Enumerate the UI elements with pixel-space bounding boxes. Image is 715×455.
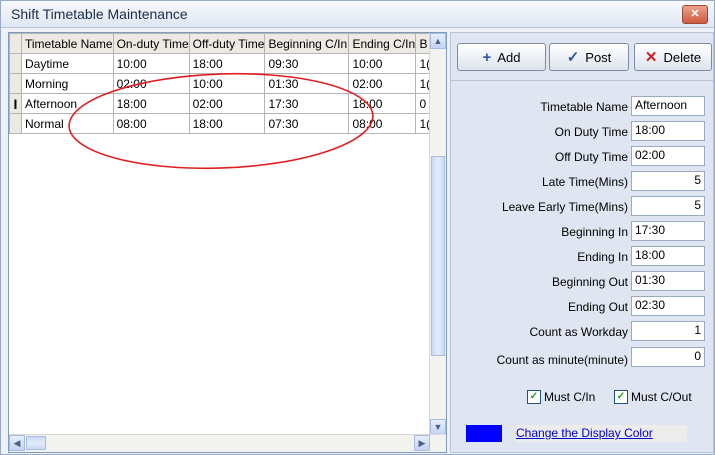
- ending-in-field[interactable]: 18:00: [631, 246, 705, 266]
- vertical-scrollbar[interactable]: ▲ ▼: [429, 33, 446, 435]
- add-button[interactable]: + Add: [457, 43, 546, 71]
- column-header-on-duty-time[interactable]: On-duty Time: [112, 33, 190, 54]
- title-bar: Shift Timetable Maintenance ✕: [1, 1, 714, 28]
- post-button-label: Post: [585, 49, 612, 65]
- scroll-up-button[interactable]: ▲: [430, 33, 446, 49]
- timetable-detail-panel: + Add ✓ Post ✕ Delete Timetable Name Aft…: [450, 32, 714, 453]
- table-row[interactable]: Morning 02:00 10:00 01:30 02:00 1(: [9, 73, 434, 94]
- close-icon: ✕: [690, 8, 700, 20]
- cell-ending-cin[interactable]: 18:00: [348, 93, 417, 114]
- horizontal-scroll-thumb[interactable]: [26, 436, 46, 450]
- cell-timetable-name[interactable]: Afternoon: [21, 93, 114, 114]
- beginning-in-field[interactable]: 17:30: [631, 221, 705, 241]
- table-row-selected[interactable]: I Afternoon 18:00 02:00 17:30 18:00 0: [9, 93, 434, 114]
- on-duty-time-label: On Duty Time: [554, 125, 628, 139]
- row-indicator: [9, 73, 22, 94]
- close-button[interactable]: ✕: [682, 5, 708, 24]
- off-duty-time-field[interactable]: 02:00: [631, 146, 705, 166]
- chevron-left-icon: ◀: [13, 438, 21, 448]
- beginning-out-field[interactable]: 01:30: [631, 271, 705, 291]
- delete-button[interactable]: ✕ Delete: [634, 43, 712, 71]
- timetable-name-field[interactable]: Afternoon: [631, 96, 705, 116]
- chevron-right-icon: ▶: [418, 438, 426, 448]
- toolbar-divider: [451, 80, 713, 81]
- must-cout-checkbox[interactable]: ✓ Must C/Out: [614, 390, 692, 404]
- beginning-out-label: Beginning Out: [551, 275, 628, 289]
- post-button[interactable]: ✓ Post: [549, 43, 629, 71]
- off-duty-time-label: Off Duty Time: [554, 150, 628, 164]
- add-button-label: Add: [497, 49, 521, 65]
- cell-timetable-name[interactable]: Morning: [21, 73, 114, 94]
- ending-out-label: Ending Out: [567, 300, 628, 314]
- row-indicator-header: [9, 33, 22, 54]
- cell-timetable-name[interactable]: Normal: [21, 113, 114, 134]
- cell-off-duty-time[interactable]: 10:00: [188, 73, 266, 94]
- cell-ending-cin[interactable]: 10:00: [348, 53, 417, 74]
- row-indicator: [9, 53, 22, 74]
- column-header-ending-cin[interactable]: Ending C/In: [348, 33, 417, 54]
- table-row[interactable]: Normal 08:00 18:00 07:30 08:00 1(: [9, 113, 434, 134]
- cell-beginning-cin[interactable]: 01:30: [264, 73, 350, 94]
- cell-ending-cin[interactable]: 02:00: [348, 73, 417, 94]
- cell-ending-cin[interactable]: 08:00: [348, 113, 417, 134]
- display-color-swatch: [466, 425, 502, 442]
- cell-beginning-cin[interactable]: 09:30: [264, 53, 350, 74]
- table-row[interactable]: Daytime 10:00 18:00 09:30 10:00 1(: [9, 53, 434, 74]
- grid-header-row: Timetable Name On-duty Time Off-duty Tim…: [9, 33, 434, 54]
- scroll-left-button[interactable]: ◀: [9, 435, 25, 451]
- scroll-down-button[interactable]: ▼: [430, 419, 446, 435]
- shift-timetable-window: Shift Timetable Maintenance ✕ Timetable …: [0, 0, 715, 455]
- cell-off-duty-time[interactable]: 02:00: [188, 93, 266, 114]
- count-as-workday-label: Count as Workday: [529, 325, 629, 339]
- row-indicator-current: I: [9, 93, 22, 114]
- late-time-label: Late Time(Mins): [541, 175, 628, 189]
- on-duty-time-field[interactable]: 18:00: [631, 121, 705, 141]
- cell-off-duty-time[interactable]: 18:00: [188, 53, 266, 74]
- scroll-right-button[interactable]: ▶: [414, 435, 430, 451]
- cell-on-duty-time[interactable]: 18:00: [112, 93, 190, 114]
- count-as-workday-field[interactable]: 1: [631, 321, 705, 341]
- must-cin-label: Must C/In: [544, 390, 596, 404]
- chevron-down-icon: ▼: [433, 422, 443, 432]
- column-header-beginning-cin[interactable]: Beginning C/In: [264, 33, 350, 54]
- count-as-minute-field[interactable]: 0: [631, 347, 705, 367]
- plus-icon: +: [482, 48, 492, 66]
- leave-early-time-field[interactable]: 5: [631, 196, 705, 216]
- must-cout-checkmark-icon: ✓: [614, 390, 628, 404]
- must-cout-label: Must C/Out: [631, 390, 692, 404]
- timetable-name-label: Timetable Name: [540, 100, 628, 114]
- vertical-scroll-thumb[interactable]: [431, 156, 445, 356]
- chevron-up-icon: ▲: [433, 36, 443, 46]
- late-time-field[interactable]: 5: [631, 171, 705, 191]
- count-as-minute-label: Count as minute(minute): [496, 353, 628, 367]
- must-cin-checkmark-icon: ✓: [527, 390, 541, 404]
- timetable-table: Timetable Name On-duty Time Off-duty Tim…: [9, 33, 434, 134]
- ending-in-label: Ending In: [577, 250, 628, 264]
- leave-early-time-label: Leave Early Time(Mins): [501, 200, 628, 214]
- must-cin-checkbox[interactable]: ✓ Must C/In: [527, 390, 595, 404]
- column-header-timetable-name[interactable]: Timetable Name: [21, 33, 114, 54]
- checkmark-icon: ✓: [566, 49, 580, 66]
- column-header-off-duty-time[interactable]: Off-duty Time: [188, 33, 266, 54]
- cell-off-duty-time[interactable]: 18:00: [188, 113, 266, 134]
- cell-on-duty-time[interactable]: 10:00: [112, 53, 190, 74]
- cell-beginning-cin[interactable]: 07:30: [264, 113, 350, 134]
- row-indicator: [9, 113, 22, 134]
- delete-x-icon: ✕: [644, 49, 658, 66]
- ending-out-field[interactable]: 02:30: [631, 296, 705, 316]
- beginning-in-label: Beginning In: [561, 225, 628, 239]
- timetable-grid: Timetable Name On-duty Time Off-duty Tim…: [8, 32, 447, 453]
- cell-beginning-cin[interactable]: 17:30: [264, 93, 350, 114]
- delete-button-label: Delete: [663, 49, 702, 65]
- change-display-color-link[interactable]: Change the Display Color: [516, 425, 687, 442]
- window-title: Shift Timetable Maintenance: [11, 6, 188, 22]
- cell-timetable-name[interactable]: Daytime: [21, 53, 114, 74]
- cell-on-duty-time[interactable]: 02:00: [112, 73, 190, 94]
- horizontal-scrollbar[interactable]: ◀ ▶: [9, 434, 446, 452]
- cell-on-duty-time[interactable]: 08:00: [112, 113, 190, 134]
